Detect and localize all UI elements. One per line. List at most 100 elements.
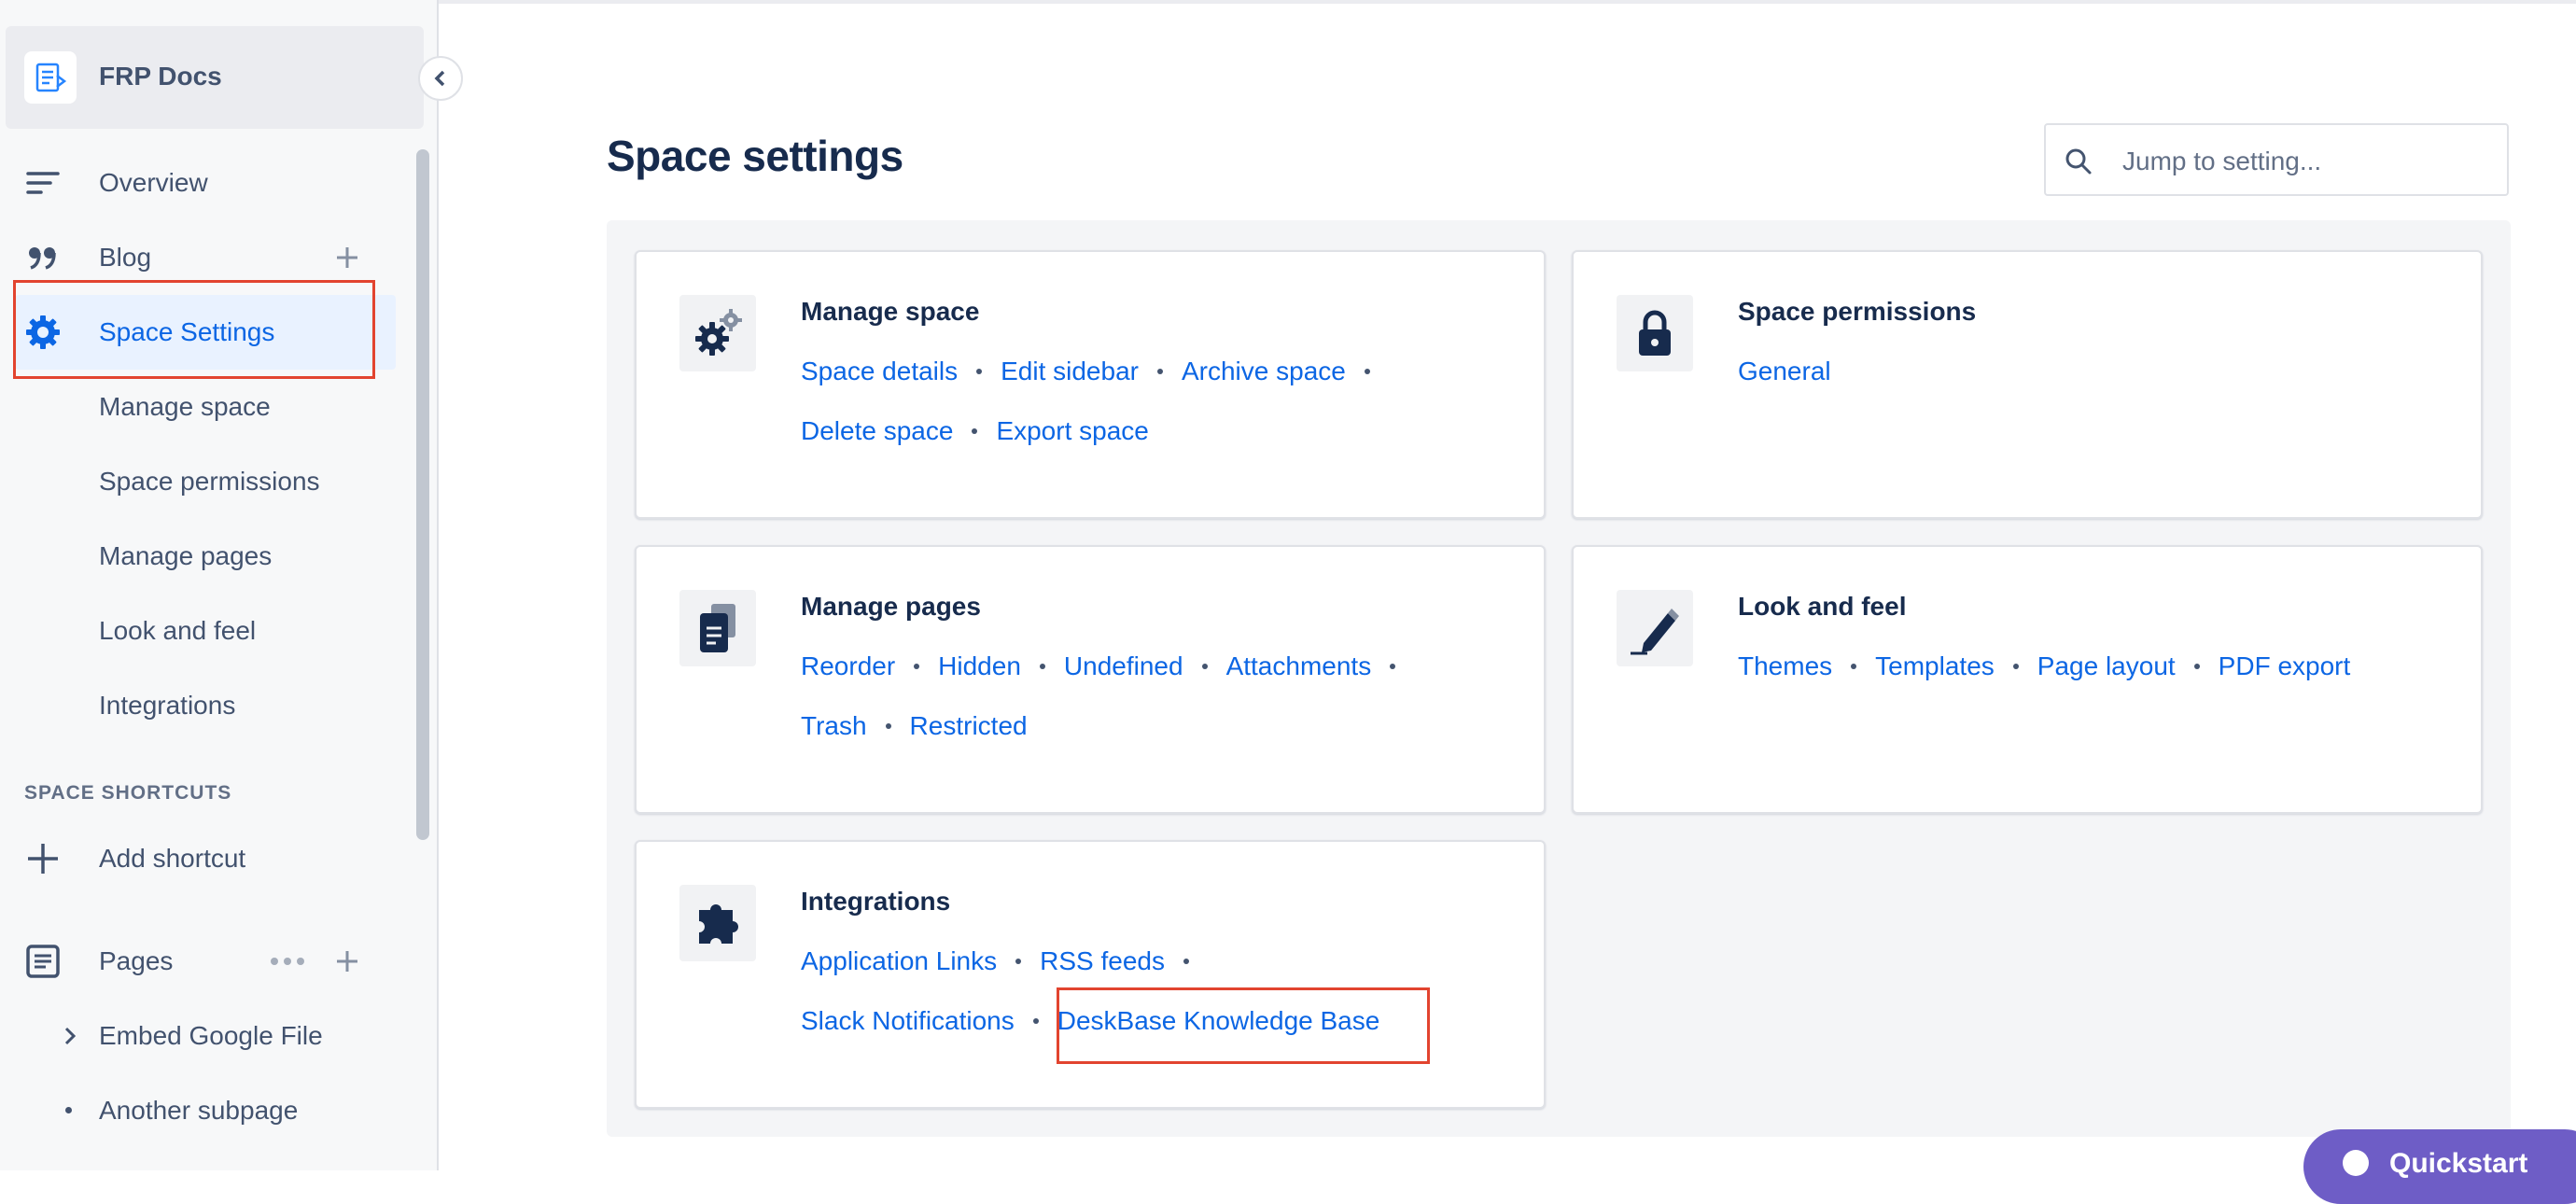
general-permissions-link[interactable]: General — [1738, 357, 1831, 386]
add-page-plus-icon[interactable] — [330, 945, 364, 978]
card-title: Integrations — [801, 887, 951, 916]
sidebar-item-label: Integrations — [99, 691, 236, 720]
search-input[interactable] — [2121, 140, 2498, 183]
plus-icon — [24, 840, 62, 877]
pdf-export-link[interactable]: PDF export — [2219, 651, 2351, 681]
separator-dot — [1183, 959, 1189, 964]
more-actions-icon[interactable] — [267, 945, 308, 978]
quickstart-button[interactable]: Quickstart — [2303, 1129, 2576, 1204]
sidebar-subitem-integrations[interactable]: Integrations — [0, 668, 401, 743]
highlight-box-deskbase — [1057, 987, 1430, 1064]
manage-pages-card: Manage pages Reorder Hidden Undefined At… — [635, 545, 1546, 814]
lock-icon — [1617, 295, 1693, 371]
card-links: Trash Restricted — [801, 711, 1028, 741]
sidebar-subitem-space-permissions[interactable]: Space permissions — [0, 444, 401, 519]
manage-space-card: Manage space Space details Edit sidebar … — [635, 250, 1546, 519]
slack-notifications-link[interactable]: Slack Notifications — [801, 1006, 1015, 1036]
page-icon — [24, 943, 62, 980]
page-title: Space settings — [607, 132, 903, 180]
undefined-link[interactable]: Undefined — [1064, 651, 1183, 681]
chevron-left-icon — [434, 70, 445, 87]
separator-dot — [2012, 664, 2019, 669]
restricted-link[interactable]: Restricted — [910, 711, 1028, 741]
sidebar-item-label: Manage space — [99, 392, 271, 421]
puzzle-icon — [679, 885, 756, 961]
separator-dot — [1032, 1018, 1039, 1024]
separator-dot — [1851, 664, 1857, 669]
chevron-right-icon[interactable] — [56, 1021, 84, 1051]
collapse-sidebar-button[interactable] — [418, 56, 463, 101]
separator-dot — [976, 369, 983, 374]
sidebar-item-label: Overview — [99, 168, 208, 197]
attachments-link[interactable]: Attachments — [1226, 651, 1372, 681]
edit-sidebar-link[interactable]: Edit sidebar — [1001, 357, 1139, 386]
add-blog-plus-icon[interactable] — [330, 241, 364, 274]
card-title: Manage pages — [801, 592, 981, 621]
space-permissions-card: Space permissions General — [1572, 250, 2483, 519]
separator-dot — [1201, 664, 1208, 669]
quote-icon — [24, 239, 62, 276]
card-links: Delete space Export space — [801, 416, 1149, 446]
application-links-link[interactable]: Application Links — [801, 946, 997, 976]
integrations-card: Integrations Application Links RSS feeds… — [635, 840, 1546, 1109]
sidebar-subitem-look-and-feel[interactable]: Look and feel — [0, 594, 401, 668]
page-tree-label: Embed Google File — [99, 1021, 323, 1050]
pages-icon — [679, 590, 756, 666]
page-tree-label: Another subpage — [99, 1096, 299, 1125]
separator-dot — [1390, 664, 1396, 669]
sidebar-item-label: Pages — [99, 946, 174, 975]
sidebar-item-label: Look and feel — [99, 616, 257, 645]
document-logo-icon — [24, 51, 77, 104]
sidebar-item-label: Blog — [99, 243, 152, 272]
sidebar-item-label: Manage pages — [99, 541, 273, 570]
archive-space-link[interactable]: Archive space — [1182, 357, 1346, 386]
search-icon — [2065, 148, 2092, 175]
page-layout-link[interactable]: Page layout — [2037, 651, 2176, 681]
search-box[interactable] — [2044, 123, 2509, 196]
export-space-link[interactable]: Export space — [996, 416, 1148, 446]
sidebar-item-overview[interactable]: Overview — [0, 146, 401, 220]
reorder-link[interactable]: Reorder — [801, 651, 895, 681]
sidebar: FRP Docs Overview Blog Space Settings Ma… — [0, 0, 439, 1170]
pencil-icon — [1617, 590, 1693, 666]
sidebar-scrollbar[interactable] — [416, 149, 429, 840]
sidebar-item-label: Space permissions — [99, 467, 320, 496]
page-tree-item[interactable]: Embed Google File — [0, 999, 401, 1073]
separator-dot — [2193, 664, 2200, 669]
card-title: Look and feel — [1738, 592, 1907, 621]
separator-dot — [885, 723, 891, 729]
highlight-box-space-settings — [13, 280, 375, 379]
sidebar-subitem-manage-pages[interactable]: Manage pages — [0, 519, 401, 594]
space-shortcuts-heading: SPACE SHORTCUTS — [24, 782, 232, 804]
card-links: General — [1738, 357, 1831, 386]
card-links: Themes Templates Page layout PDF export — [1738, 651, 2350, 681]
card-links: Reorder Hidden Undefined Attachments — [801, 651, 1414, 681]
separator-dot — [1015, 959, 1022, 964]
sidebar-subitem-manage-space[interactable]: Manage space — [0, 370, 401, 444]
separator-dot — [1364, 369, 1370, 374]
add-shortcut-button[interactable]: Add shortcut — [0, 821, 401, 896]
rss-feeds-link[interactable]: RSS feeds — [1040, 946, 1165, 976]
card-links: Application Links RSS feeds — [801, 946, 1208, 976]
card-title: Space permissions — [1738, 297, 1977, 326]
separator-dot — [914, 664, 920, 669]
space-title: FRP Docs — [99, 62, 222, 91]
separator-dot — [972, 428, 978, 434]
card-title: Manage space — [801, 297, 980, 326]
space-details-link[interactable]: Space details — [801, 357, 958, 386]
separator-dot — [1039, 664, 1045, 669]
themes-link[interactable]: Themes — [1738, 651, 1832, 681]
templates-link[interactable]: Templates — [1875, 651, 1995, 681]
separator-dot — [1156, 369, 1163, 374]
page-tree-item[interactable]: Another subpage — [0, 1073, 401, 1148]
gears-icon — [679, 295, 756, 371]
look-and-feel-card: Look and feel Themes Templates Page layo… — [1572, 545, 2483, 814]
sidebar-item-label: Add shortcut — [99, 844, 246, 873]
space-header[interactable]: FRP Docs — [6, 26, 424, 129]
sidebar-item-pages[interactable]: Pages — [0, 924, 401, 999]
trash-link[interactable]: Trash — [801, 711, 867, 741]
quickstart-label: Quickstart — [2389, 1148, 2528, 1179]
delete-space-link[interactable]: Delete space — [801, 416, 953, 446]
hidden-link[interactable]: Hidden — [938, 651, 1021, 681]
card-links: Space details Edit sidebar Archive space — [801, 357, 1389, 386]
